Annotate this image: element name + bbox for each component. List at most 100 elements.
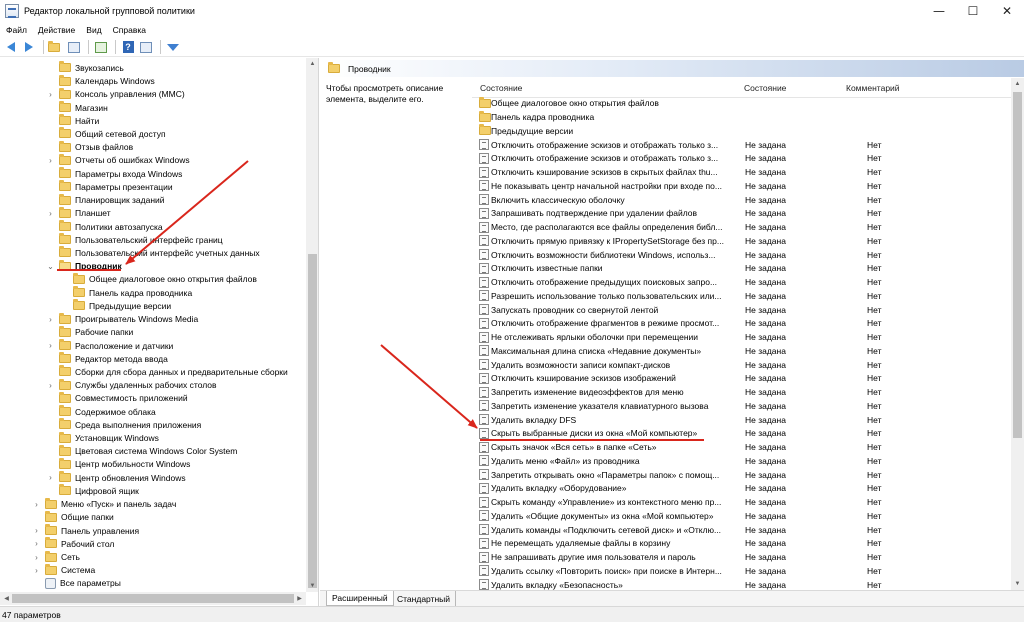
scroll-down-icon[interactable]: ▼	[1011, 578, 1024, 590]
tree-item[interactable]: Цифровой ящик	[46, 484, 139, 497]
filter-button[interactable]	[165, 39, 181, 55]
expand-chevron-icon[interactable]: ›	[32, 539, 41, 548]
setting-row[interactable]: Место, где располагаются все файлы опред…	[472, 220, 1012, 234]
tree-item[interactable]: › Меню «Пуск» и панель задач	[32, 497, 176, 511]
expand-chevron-icon[interactable]: ›	[32, 553, 41, 562]
setting-row[interactable]: Запускать проводник со свернутой лентой Н…	[472, 303, 1012, 317]
tree-item[interactable]: › Панель управления	[32, 524, 139, 537]
tree-item[interactable]: Общий сетевой доступ	[46, 127, 166, 140]
tree-item[interactable]: › Проигрыватель Windows Media	[46, 312, 198, 325]
expand-chevron-icon[interactable]: ›	[46, 381, 55, 390]
setting-row[interactable]: Отключить отображение эскизов и отобража…	[472, 152, 1012, 166]
tree-item[interactable]: Все параметры	[32, 577, 121, 590]
tree-item[interactable]: › Рабочий стол	[32, 537, 114, 550]
tree-item[interactable]: Цветовая система Windows Color System	[46, 444, 237, 458]
tree-item[interactable]: Отзыв файлов	[46, 140, 133, 154]
tree-horizontal-scrollbar[interactable]: ◀ ▶	[0, 592, 306, 605]
expand-chevron-icon[interactable]: ›	[46, 90, 55, 99]
list-scroll-thumb[interactable]	[1013, 92, 1022, 438]
tree-vertical-scrollbar[interactable]: ▲ ▼	[306, 58, 318, 592]
tree-item[interactable]: › Планшет	[46, 206, 111, 220]
setting-row[interactable]: Удалить меню «Файл» из проводника Не зада…	[472, 454, 1012, 468]
show-hide-tree-button[interactable]	[66, 39, 82, 55]
setting-row[interactable]: Удалить вкладку «Оборудование» Не задана Н…	[472, 482, 1012, 496]
tree-item[interactable]: ⌄ Проводник	[46, 259, 122, 273]
expand-chevron-icon[interactable]: ›	[32, 566, 41, 575]
setting-row[interactable]: Отключить кэширование эскизов в скрытых …	[472, 165, 1012, 179]
setting-row[interactable]: Не перемещать удаляемые файлы в корзину Н…	[472, 537, 1012, 551]
menu-view[interactable]: Вид	[86, 25, 101, 35]
tree-item[interactable]: Общие папки	[32, 510, 114, 524]
setting-row[interactable]: Отключить отображение эскизов и отобража…	[472, 138, 1012, 152]
setting-row[interactable]: Отключить прямую привязку к IPropertySet…	[472, 234, 1012, 248]
setting-row[interactable]: Удалить ссылку «Повторить поиск» при пои…	[472, 564, 1012, 578]
tree-hscroll-thumb[interactable]	[12, 594, 294, 603]
scroll-up-icon[interactable]: ▲	[306, 58, 318, 70]
tree-item[interactable]: Пользовательский интерфейс границ	[46, 233, 223, 246]
close-button[interactable]: ✕	[990, 0, 1024, 22]
tree-item[interactable]: Параметры входа Windows	[46, 167, 182, 180]
tree-item[interactable]: › Расположение и датчики	[46, 339, 173, 352]
setting-row[interactable]: Не запрашивать другие имя пользователя и…	[472, 550, 1012, 564]
tab-standard[interactable]: Стандартный	[392, 591, 457, 606]
minimize-button[interactable]: —	[922, 0, 956, 22]
expand-chevron-icon[interactable]: ›	[32, 500, 41, 509]
tree-item[interactable]: Рабочие папки	[46, 325, 133, 339]
tree-item[interactable]: › Центр обновления Windows	[46, 471, 186, 484]
setting-row[interactable]: Удалить команды «Подключить сетевой диск…	[472, 523, 1012, 537]
maximize-button[interactable]: ☐	[956, 0, 990, 22]
up-level-button[interactable]	[48, 39, 64, 55]
tree-item[interactable]: Звукозапись	[46, 61, 124, 74]
folder-row[interactable]: Предыдущие версии	[472, 124, 1012, 138]
setting-row[interactable]: Скрыть выбранные диски из окна «Мой комп…	[472, 427, 1012, 441]
setting-row[interactable]: Скрыть значок «Вся сеть» в папке «Сеть» Н…	[472, 440, 1012, 454]
tree-item[interactable]: Среда выполнения приложения	[46, 418, 201, 431]
menu-action[interactable]: Действие	[38, 25, 75, 35]
setting-row[interactable]: Удалить возможности записи компакт-диско…	[472, 358, 1012, 372]
tree-item[interactable]: Сборки для сбора данных и предварительны…	[46, 365, 288, 378]
export-list-button[interactable]	[93, 39, 109, 55]
scroll-up-icon[interactable]: ▲	[1011, 78, 1024, 90]
tree-item[interactable]: › Система	[32, 563, 95, 577]
setting-row[interactable]: Отключить отображение фрагментов в режим…	[472, 317, 1012, 331]
column-comment[interactable]: Комментарий	[846, 83, 900, 93]
tree-item[interactable]: Центр мобильности Windows	[46, 457, 190, 471]
back-button[interactable]	[3, 39, 19, 55]
tree-item[interactable]: › Консоль управления (MMC)	[46, 87, 185, 101]
setting-row[interactable]: Отключить кэширование эскизов изображени…	[472, 372, 1012, 386]
help-button[interactable]: ?	[120, 39, 136, 55]
column-name[interactable]: Состояние	[480, 83, 522, 93]
setting-row[interactable]: Не показывать центр начальной настройки …	[472, 179, 1012, 193]
tree-scroll-thumb[interactable]	[308, 254, 317, 588]
setting-row[interactable]: Запрашивать подтверждение при удалении ф…	[472, 207, 1012, 221]
setting-row[interactable]: Разрешить использование только пользоват…	[472, 289, 1012, 303]
scroll-right-icon[interactable]: ▶	[293, 592, 306, 604]
setting-row[interactable]: Запретить изменение указателя клавиатурн…	[472, 399, 1012, 413]
tree-item[interactable]: › Службы удаленных рабочих столов	[46, 378, 217, 392]
setting-row[interactable]: Удалить вкладку «Безопасность» Не задана Н…	[472, 578, 1012, 590]
forward-button[interactable]	[21, 39, 37, 55]
tree-item[interactable]: Планировщик заданий	[46, 193, 165, 207]
expand-chevron-icon[interactable]: ›	[46, 156, 55, 165]
setting-row[interactable]: Максимальная длина списка «Недавние доку…	[472, 344, 1012, 358]
setting-row[interactable]: Запретить открывать окно «Параметры папо…	[472, 468, 1012, 482]
list-vertical-scrollbar[interactable]: ▲ ▼	[1011, 78, 1024, 590]
tree-item[interactable]: Пользовательский интерфейс учетных данны…	[46, 246, 260, 259]
tree-item[interactable]: Календарь Windows	[46, 74, 155, 88]
expand-chevron-icon[interactable]: ›	[46, 341, 55, 350]
properties-button[interactable]	[138, 39, 154, 55]
expand-chevron-icon[interactable]: ›	[46, 473, 55, 482]
tree-item[interactable]: Параметры презентации	[46, 180, 173, 193]
tree-item[interactable]: › Сеть	[32, 550, 80, 563]
menu-file[interactable]: Файл	[6, 25, 27, 35]
tree-item[interactable]: Магазин	[46, 101, 108, 114]
expand-chevron-icon[interactable]: ›	[46, 315, 55, 324]
tree-item[interactable]: Панель кадра проводника	[60, 286, 192, 299]
folder-row[interactable]: Общее диалоговое окно открытия файлов	[472, 96, 1012, 111]
tab-extended[interactable]: Расширенный	[326, 591, 394, 606]
tree-item[interactable]: Политики автозапуска	[46, 220, 163, 233]
collapse-chevron-icon[interactable]: ⌄	[46, 262, 55, 271]
setting-row[interactable]: Удалить «Общие документы» из окна «Мой к…	[472, 509, 1012, 523]
setting-row[interactable]: Запретить изменение видеоэффектов для ме…	[472, 385, 1012, 399]
setting-row[interactable]: Отключить известные папки Не задана Нет	[472, 262, 1012, 276]
